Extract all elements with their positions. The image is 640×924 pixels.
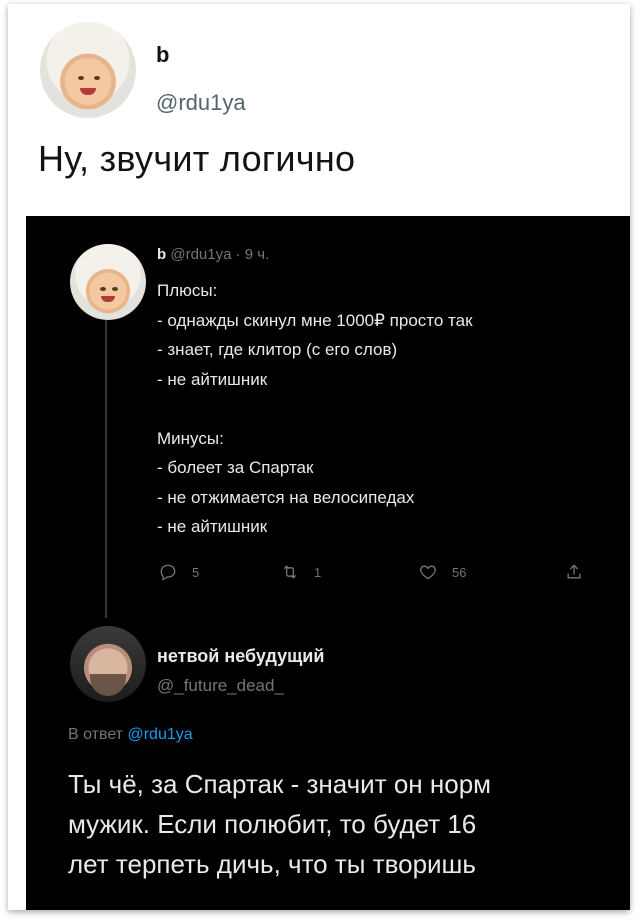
- reply-icon: [160, 564, 176, 581]
- timestamp[interactable]: · 9 ч.: [236, 246, 270, 263]
- like-button[interactable]: 56: [418, 562, 466, 582]
- tweet-text: Плюсы: - однажды скинул мне 1000₽ просто…: [157, 281, 473, 536]
- reply-mention-link[interactable]: @rdu1ya: [127, 726, 192, 743]
- author-handle[interactable]: @rdu1ya: [170, 246, 231, 263]
- avatar[interactable]: [70, 244, 146, 320]
- avatar[interactable]: [70, 626, 146, 702]
- like-count: 56: [452, 564, 467, 580]
- retweet-icon: [283, 565, 297, 579]
- reply-count: 5: [192, 564, 200, 580]
- retweet-count: 1: [314, 564, 322, 580]
- heart-icon: [420, 565, 436, 580]
- dark-thread: b @rdu1ya · 9 ч. Плюсы: - однажды скинул…: [26, 216, 630, 910]
- author-handle[interactable]: @_future_dead_: [157, 676, 284, 696]
- tweet-text: Ты чё, за Спартак - значит он норм мужик…: [68, 769, 492, 879]
- top-tweet: b @rdu1ya Ну, звучит логично: [8, 4, 630, 216]
- reply-button[interactable]: 5: [158, 562, 199, 582]
- author-name[interactable]: нетвой небудущий: [157, 646, 324, 667]
- action-bar: 5 1 56: [158, 562, 598, 586]
- author-name[interactable]: b: [157, 246, 166, 263]
- thread-line: [105, 288, 107, 618]
- reply-context: В ответ @rdu1ya: [68, 726, 193, 744]
- share-button[interactable]: [564, 562, 584, 582]
- quoted-header: b @rdu1ya · 9 ч.: [157, 246, 269, 263]
- avatar[interactable]: [40, 22, 136, 118]
- screenshot-frame: b @rdu1ya Ну, звучит логично b @rdu1ya ·…: [8, 4, 630, 910]
- author-name[interactable]: b: [156, 42, 169, 68]
- reply-prefix: В ответ: [68, 726, 124, 743]
- author-handle[interactable]: @rdu1ya: [156, 90, 246, 116]
- retweet-button[interactable]: 1: [280, 562, 321, 582]
- share-icon: [567, 564, 581, 579]
- tweet-text: Ну, звучит логично: [38, 138, 356, 179]
